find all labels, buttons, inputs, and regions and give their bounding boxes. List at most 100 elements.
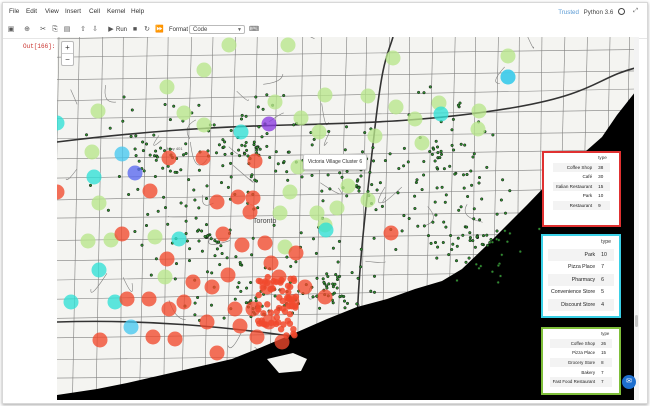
cluster-marker[interactable] xyxy=(199,314,215,330)
cluster-marker[interactable] xyxy=(123,319,139,335)
venue-marker[interactable] xyxy=(340,175,344,179)
cluster-marker[interactable] xyxy=(297,279,313,295)
venue-marker[interactable] xyxy=(469,169,473,173)
venue-marker[interactable] xyxy=(442,220,446,224)
venue-marker[interactable] xyxy=(422,91,426,95)
venue-marker[interactable] xyxy=(162,195,166,199)
run-icon[interactable]: ▶ xyxy=(107,26,115,34)
venue-marker[interactable] xyxy=(311,295,315,299)
venue-marker[interactable] xyxy=(372,290,377,294)
venue-marker[interactable] xyxy=(193,313,197,317)
venue-marker[interactable] xyxy=(448,164,452,168)
venue-marker[interactable] xyxy=(449,233,453,238)
venue-marker[interactable] xyxy=(500,253,504,257)
cluster-marker[interactable] xyxy=(145,329,161,345)
venue-marker[interactable] xyxy=(370,183,374,187)
venue-marker[interactable] xyxy=(223,152,227,156)
venue-marker[interactable] xyxy=(117,174,121,179)
venue-marker[interactable] xyxy=(453,172,457,176)
venue-marker[interactable] xyxy=(134,154,138,158)
venue-marker[interactable] xyxy=(205,270,210,274)
venue-marker[interactable] xyxy=(461,233,465,237)
venue-marker[interactable] xyxy=(450,128,454,132)
cluster-marker[interactable] xyxy=(433,106,449,122)
venue-marker[interactable] xyxy=(179,168,183,172)
venue-marker[interactable] xyxy=(168,169,172,173)
cluster-marker[interactable] xyxy=(263,255,279,271)
venue-marker[interactable] xyxy=(406,160,410,164)
venue-marker[interactable] xyxy=(255,148,259,152)
venue-marker[interactable] xyxy=(265,144,269,148)
venue-marker[interactable] xyxy=(435,186,439,190)
venue-marker[interactable] xyxy=(108,126,112,130)
venue-marker[interactable] xyxy=(159,146,163,150)
cluster-marker[interactable] xyxy=(227,301,243,317)
venue-marker[interactable] xyxy=(496,263,500,268)
venue-marker[interactable] xyxy=(233,297,237,301)
venue-marker[interactable] xyxy=(327,129,331,134)
venue-marker[interactable] xyxy=(470,183,474,187)
venue-marker[interactable] xyxy=(326,173,330,177)
venue-marker[interactable] xyxy=(436,151,440,155)
venue-marker[interactable] xyxy=(209,303,214,307)
cluster-marker[interactable] xyxy=(249,329,265,345)
venue-marker[interactable] xyxy=(127,192,131,197)
venue-marker[interactable] xyxy=(336,275,340,279)
venue-marker[interactable] xyxy=(197,228,201,232)
venue-marker[interactable] xyxy=(331,301,335,305)
venue-marker[interactable] xyxy=(439,149,443,153)
venue-marker[interactable] xyxy=(200,229,204,233)
cluster-marker[interactable] xyxy=(271,269,287,285)
venue-marker[interactable] xyxy=(214,151,219,155)
venue-marker[interactable] xyxy=(503,211,508,215)
venue-marker[interactable] xyxy=(454,259,459,263)
venue-marker[interactable] xyxy=(154,149,158,153)
venue-marker[interactable] xyxy=(402,164,406,168)
cluster-marker[interactable] xyxy=(161,150,177,166)
zoom-out-button[interactable]: − xyxy=(62,53,73,65)
venue-marker[interactable] xyxy=(260,135,264,139)
cluster-marker[interactable] xyxy=(500,48,516,64)
cluster-marker[interactable] xyxy=(92,332,108,348)
venue-marker[interactable] xyxy=(413,194,417,198)
venue-marker[interactable] xyxy=(326,274,330,279)
venue-marker[interactable] xyxy=(166,222,170,226)
venue-marker[interactable] xyxy=(252,140,256,144)
venue-marker[interactable] xyxy=(432,147,436,151)
venue-marker[interactable] xyxy=(337,239,341,243)
venue-marker[interactable] xyxy=(518,250,522,254)
cluster-marker[interactable] xyxy=(360,88,376,104)
venue-marker[interactable] xyxy=(221,164,225,168)
keyboard-icon[interactable]: ⌨ xyxy=(249,26,259,34)
venue-marker[interactable] xyxy=(465,225,469,229)
venue-marker[interactable] xyxy=(422,173,426,177)
venue-marker[interactable] xyxy=(282,93,286,98)
venue-marker[interactable] xyxy=(455,244,459,248)
venue-marker[interactable] xyxy=(491,133,495,137)
cluster-marker[interactable] xyxy=(221,37,237,53)
venue-marker[interactable] xyxy=(273,294,277,298)
venue-marker[interactable] xyxy=(456,103,460,107)
cluster-marker[interactable] xyxy=(142,183,158,199)
venue-marker[interactable] xyxy=(239,117,244,121)
venue-marker[interactable] xyxy=(163,206,168,210)
venue-marker[interactable] xyxy=(402,146,406,150)
venue-marker[interactable] xyxy=(141,149,145,153)
venue-marker[interactable] xyxy=(279,287,286,295)
venue-marker[interactable] xyxy=(245,286,249,290)
venue-marker[interactable] xyxy=(463,143,467,147)
venue-marker[interactable] xyxy=(415,178,419,182)
venue-marker[interactable] xyxy=(146,212,150,216)
venue-marker[interactable] xyxy=(372,236,376,240)
venue-marker[interactable] xyxy=(220,251,224,256)
venue-marker[interactable] xyxy=(265,132,269,136)
venue-marker[interactable] xyxy=(219,181,224,185)
cluster-marker[interactable] xyxy=(141,291,157,307)
venue-marker[interactable] xyxy=(215,247,219,251)
venue-marker[interactable] xyxy=(345,301,350,305)
venue-marker[interactable] xyxy=(430,152,434,156)
venue-marker[interactable] xyxy=(331,246,335,250)
venue-marker[interactable] xyxy=(321,277,325,281)
venue-marker[interactable] xyxy=(205,184,209,188)
venue-marker[interactable] xyxy=(218,263,222,267)
